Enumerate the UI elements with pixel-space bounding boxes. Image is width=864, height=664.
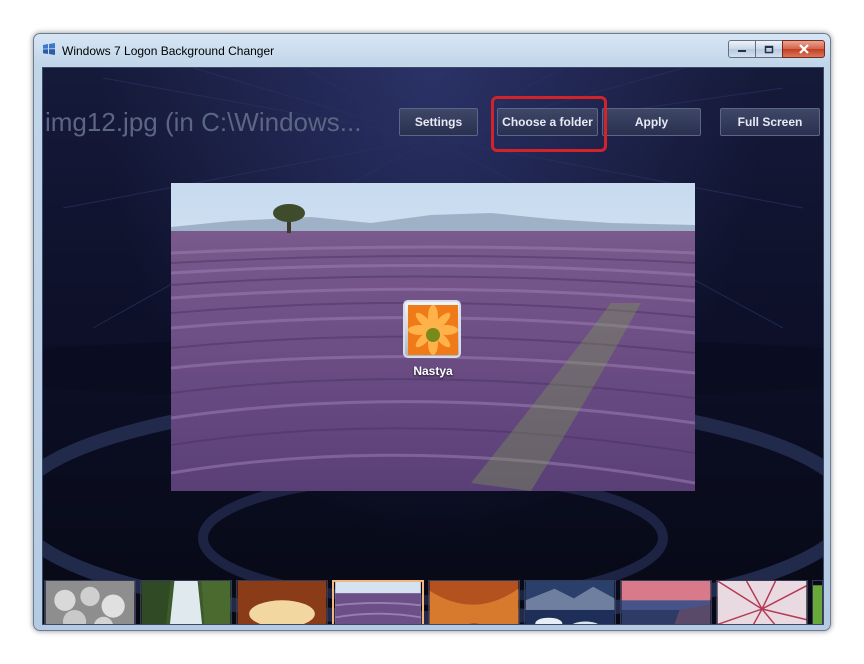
close-button[interactable]	[782, 40, 825, 58]
window-title: Windows 7 Logon Background Changer	[62, 44, 275, 58]
thumbnail-red-canyon[interactable]	[428, 580, 520, 624]
caption-buttons	[728, 40, 825, 59]
user-avatar-tile[interactable]	[403, 300, 461, 358]
palm-frond-image	[717, 581, 807, 624]
minimize-button[interactable]	[728, 40, 755, 58]
windows-flag-icon	[43, 43, 55, 55]
minimize-icon	[738, 50, 746, 52]
orange-flower-icon	[408, 305, 458, 355]
main-area: img12.jpg (in C:\Windows... Settings Cho…	[42, 67, 824, 625]
lavender-field-thumb-image	[335, 582, 421, 624]
thumbnail-strip	[43, 577, 823, 624]
sunset-shore-image	[621, 581, 711, 624]
icy-lake-image	[525, 581, 615, 624]
thumbnail-rock-arch[interactable]	[236, 580, 328, 624]
logon-preview: Nastya	[171, 183, 695, 491]
thumbnail-waterfall[interactable]	[140, 580, 232, 624]
title-bar[interactable]: Windows 7 Logon Background Changer	[34, 34, 830, 67]
maximize-button[interactable]	[755, 40, 782, 58]
rock-arch-image	[237, 581, 327, 624]
thumbnail-palm-frond[interactable]	[716, 580, 808, 624]
thumbnail-icy-lake[interactable]	[524, 580, 616, 624]
fullscreen-button[interactable]: Full Screen	[720, 108, 820, 136]
waterfall-image	[141, 581, 231, 624]
highlight-annotation	[491, 96, 607, 152]
red-canyon-image	[429, 581, 519, 624]
maximize-icon	[764, 45, 774, 53]
thumbnail-sunset-shore[interactable]	[620, 580, 712, 624]
green-leaf-image	[813, 585, 822, 624]
settings-button[interactable]: Settings	[399, 108, 478, 136]
close-icon	[798, 44, 809, 54]
app-window: Windows 7 Logon Background Changer img12…	[33, 33, 831, 631]
thumbnail-lavender-field[interactable]	[332, 580, 424, 624]
current-file-label: img12.jpg (in C:\Windows...	[45, 107, 362, 137]
smiley-stones-image	[45, 581, 135, 624]
user-name: Nastya	[413, 364, 453, 378]
thumbnail-green-leaf[interactable]	[812, 580, 823, 624]
thumbnail-smiley-stones[interactable]	[44, 580, 136, 624]
apply-button[interactable]: Apply	[602, 108, 701, 136]
